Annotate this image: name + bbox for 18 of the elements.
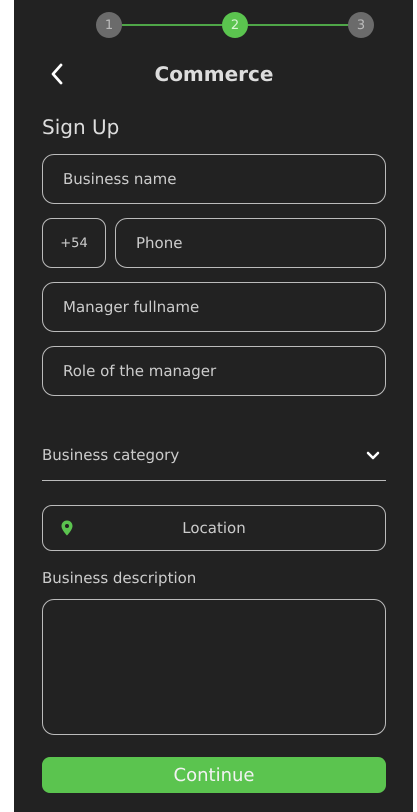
category-dropdown[interactable]: Business category (42, 424, 386, 481)
back-chevron-icon (50, 63, 64, 85)
step-indicator: 1 (96, 12, 122, 38)
text-input-field[interactable]: Business name (42, 154, 386, 204)
screen-title: Commerce (154, 62, 274, 86)
text-input-field[interactable]: Manager fullname (42, 282, 386, 332)
location-pin-icon (61, 520, 73, 536)
back-button[interactable] (50, 63, 64, 85)
step-indicator: 3 (348, 12, 374, 38)
step-indicator: 2 (222, 12, 248, 38)
country-code-field[interactable]: +54 (42, 218, 106, 268)
phone-input-field[interactable]: Phone (115, 218, 386, 268)
location-button[interactable]: Location (42, 505, 386, 551)
chevron-down-icon (366, 450, 380, 460)
description-label: Business description (42, 569, 198, 587)
description-text-area[interactable] (42, 599, 386, 735)
text-input-field[interactable]: Role of the manager (42, 346, 386, 396)
form-heading: Sign Up (42, 115, 120, 139)
